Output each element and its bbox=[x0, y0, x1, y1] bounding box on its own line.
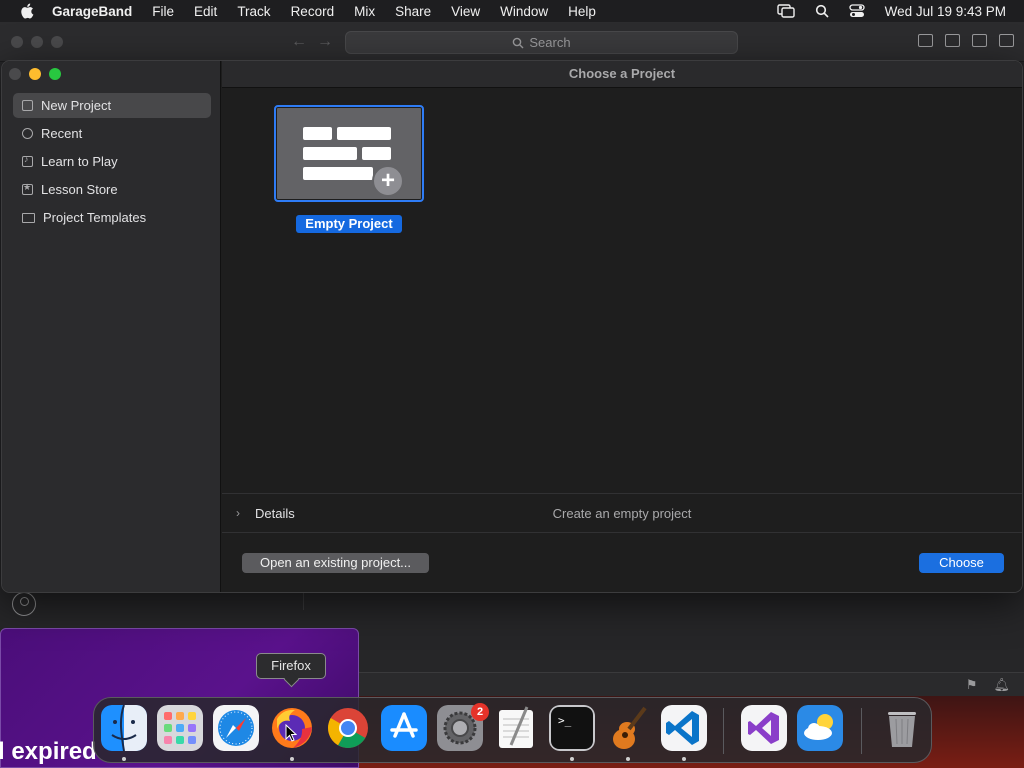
finder-icon[interactable] bbox=[101, 705, 147, 751]
window-title: Choose a Project bbox=[222, 61, 1022, 88]
control-center-icon[interactable] bbox=[849, 4, 865, 18]
chrome-icon[interactable] bbox=[325, 705, 371, 751]
brick-shape bbox=[337, 127, 391, 140]
dock-tooltip: Firefox bbox=[256, 653, 326, 679]
details-description: Create an empty project bbox=[552, 506, 692, 521]
user-account-icon[interactable] bbox=[12, 592, 36, 616]
bottom-panel-icon[interactable] bbox=[945, 34, 960, 47]
weather-icon[interactable] bbox=[797, 705, 843, 751]
sidebar-item-lesson-store[interactable]: Lesson Store bbox=[13, 177, 211, 202]
open-existing-project-button[interactable]: Open an existing project... bbox=[242, 553, 429, 573]
minimize-button-inactive[interactable] bbox=[31, 36, 43, 48]
menu-track[interactable]: Track bbox=[237, 4, 270, 19]
menu-file[interactable]: File bbox=[152, 4, 174, 19]
sidebar-item-label: Lesson Store bbox=[41, 182, 118, 197]
sidebar-item-recent[interactable]: Recent bbox=[13, 121, 211, 146]
spotlight-search-icon[interactable] bbox=[815, 4, 829, 18]
choose-project-window: New Project Recent Learn to Play Lesson … bbox=[1, 60, 1023, 593]
empty-project-label[interactable]: Empty Project bbox=[296, 215, 402, 233]
trash-icon[interactable] bbox=[879, 705, 925, 751]
menu-view[interactable]: View bbox=[451, 4, 480, 19]
dock-separator bbox=[723, 708, 724, 754]
search-icon bbox=[513, 37, 524, 48]
menu-help[interactable]: Help bbox=[568, 4, 596, 19]
folder-icon bbox=[22, 212, 35, 223]
brick-shape bbox=[303, 167, 373, 180]
document-icon bbox=[22, 100, 33, 111]
split-view-icon[interactable] bbox=[972, 34, 987, 47]
toolbar-layout-icons bbox=[918, 34, 1014, 47]
running-indicator bbox=[122, 757, 126, 761]
back-arrow-icon[interactable]: ← bbox=[291, 33, 307, 51]
notification-badge: 2 bbox=[471, 703, 489, 721]
brick-shape bbox=[303, 127, 332, 140]
sidebar-item-label: Recent bbox=[41, 126, 83, 141]
vscode-icon[interactable] bbox=[661, 705, 707, 751]
star-icon bbox=[22, 182, 33, 195]
window-minimize-button[interactable] bbox=[29, 68, 41, 80]
search-field[interactable]: Search bbox=[345, 31, 738, 54]
background-status-bar bbox=[358, 672, 1024, 696]
clock-icon bbox=[22, 128, 33, 139]
project-sidebar: New Project Recent Learn to Play Lesson … bbox=[2, 61, 221, 592]
grid-layout-icon[interactable] bbox=[999, 34, 1014, 47]
partial-background-text: l expired bbox=[0, 738, 97, 765]
close-button-inactive[interactable] bbox=[11, 36, 23, 48]
brick-shape bbox=[303, 147, 357, 160]
menu-bar-clock[interactable]: Wed Jul 19 9:43 PM bbox=[885, 4, 1006, 19]
empty-project-tile[interactable]: + bbox=[274, 105, 424, 202]
status-bar-icons: ⚑ 🔔︎ bbox=[966, 677, 1010, 693]
running-indicator bbox=[682, 757, 686, 761]
running-indicator bbox=[570, 757, 574, 761]
menu-mix[interactable]: Mix bbox=[354, 4, 375, 19]
menu-bar-extras: Wed Jul 19 9:43 PM bbox=[776, 0, 1006, 22]
running-indicator bbox=[290, 757, 294, 761]
window-close-button[interactable] bbox=[9, 68, 21, 80]
app-store-icon[interactable] bbox=[381, 705, 427, 751]
apple-logo-icon[interactable] bbox=[20, 3, 34, 19]
menu-bar: GarageBand File Edit Track Record Mix Sh… bbox=[0, 0, 1024, 22]
sidebar-item-learn-to-play[interactable]: Learn to Play bbox=[13, 149, 211, 174]
bell-icon[interactable]: 🔔︎ bbox=[993, 677, 1010, 693]
feedback-icon[interactable]: ⚑ bbox=[966, 677, 978, 693]
sidebar-item-label: Learn to Play bbox=[41, 154, 118, 169]
window-zoom-button[interactable] bbox=[49, 68, 61, 80]
menu-record[interactable]: Record bbox=[291, 4, 335, 19]
textedit-icon[interactable] bbox=[493, 705, 539, 751]
dock-separator bbox=[861, 708, 862, 754]
sidebar-item-label: Project Templates bbox=[43, 210, 147, 225]
menu-edit[interactable]: Edit bbox=[194, 4, 217, 19]
mouse-cursor-icon bbox=[285, 724, 297, 742]
screen-mirroring-icon[interactable] bbox=[776, 4, 795, 18]
search-placeholder: Search bbox=[529, 35, 571, 50]
svg-text:>_: >_ bbox=[558, 714, 572, 727]
music-note-icon bbox=[22, 154, 33, 167]
sidebar-item-project-templates[interactable]: Project Templates bbox=[13, 205, 211, 230]
sidebar-item-label: New Project bbox=[41, 98, 112, 113]
background-titlebar: ← → Search bbox=[0, 22, 1024, 62]
sidebar-item-new-project[interactable]: New Project bbox=[13, 93, 211, 118]
launchpad-icon[interactable] bbox=[157, 705, 203, 751]
forward-arrow-icon[interactable]: → bbox=[317, 33, 333, 51]
menu-app-name[interactable]: GarageBand bbox=[52, 4, 132, 19]
safari-icon[interactable] bbox=[213, 705, 259, 751]
project-main-area: Choose a Project + Empty Project › Detai… bbox=[222, 61, 1022, 592]
terminal-icon[interactable]: >_ bbox=[549, 705, 595, 751]
zoom-button-inactive[interactable] bbox=[51, 36, 63, 48]
sidebar-toggle-icon[interactable] bbox=[918, 34, 933, 47]
menu-window[interactable]: Window bbox=[500, 4, 548, 19]
menu-share[interactable]: Share bbox=[395, 4, 431, 19]
brick-shape bbox=[362, 147, 391, 160]
choose-button[interactable]: Choose bbox=[919, 553, 1004, 573]
details-bar: › Details Create an empty project bbox=[222, 493, 1022, 533]
visual-studio-icon[interactable] bbox=[741, 705, 787, 751]
garageband-icon[interactable] bbox=[605, 705, 651, 751]
dock: 2 >_ bbox=[93, 697, 932, 763]
running-indicator bbox=[626, 757, 630, 761]
plus-icon: + bbox=[372, 165, 404, 197]
